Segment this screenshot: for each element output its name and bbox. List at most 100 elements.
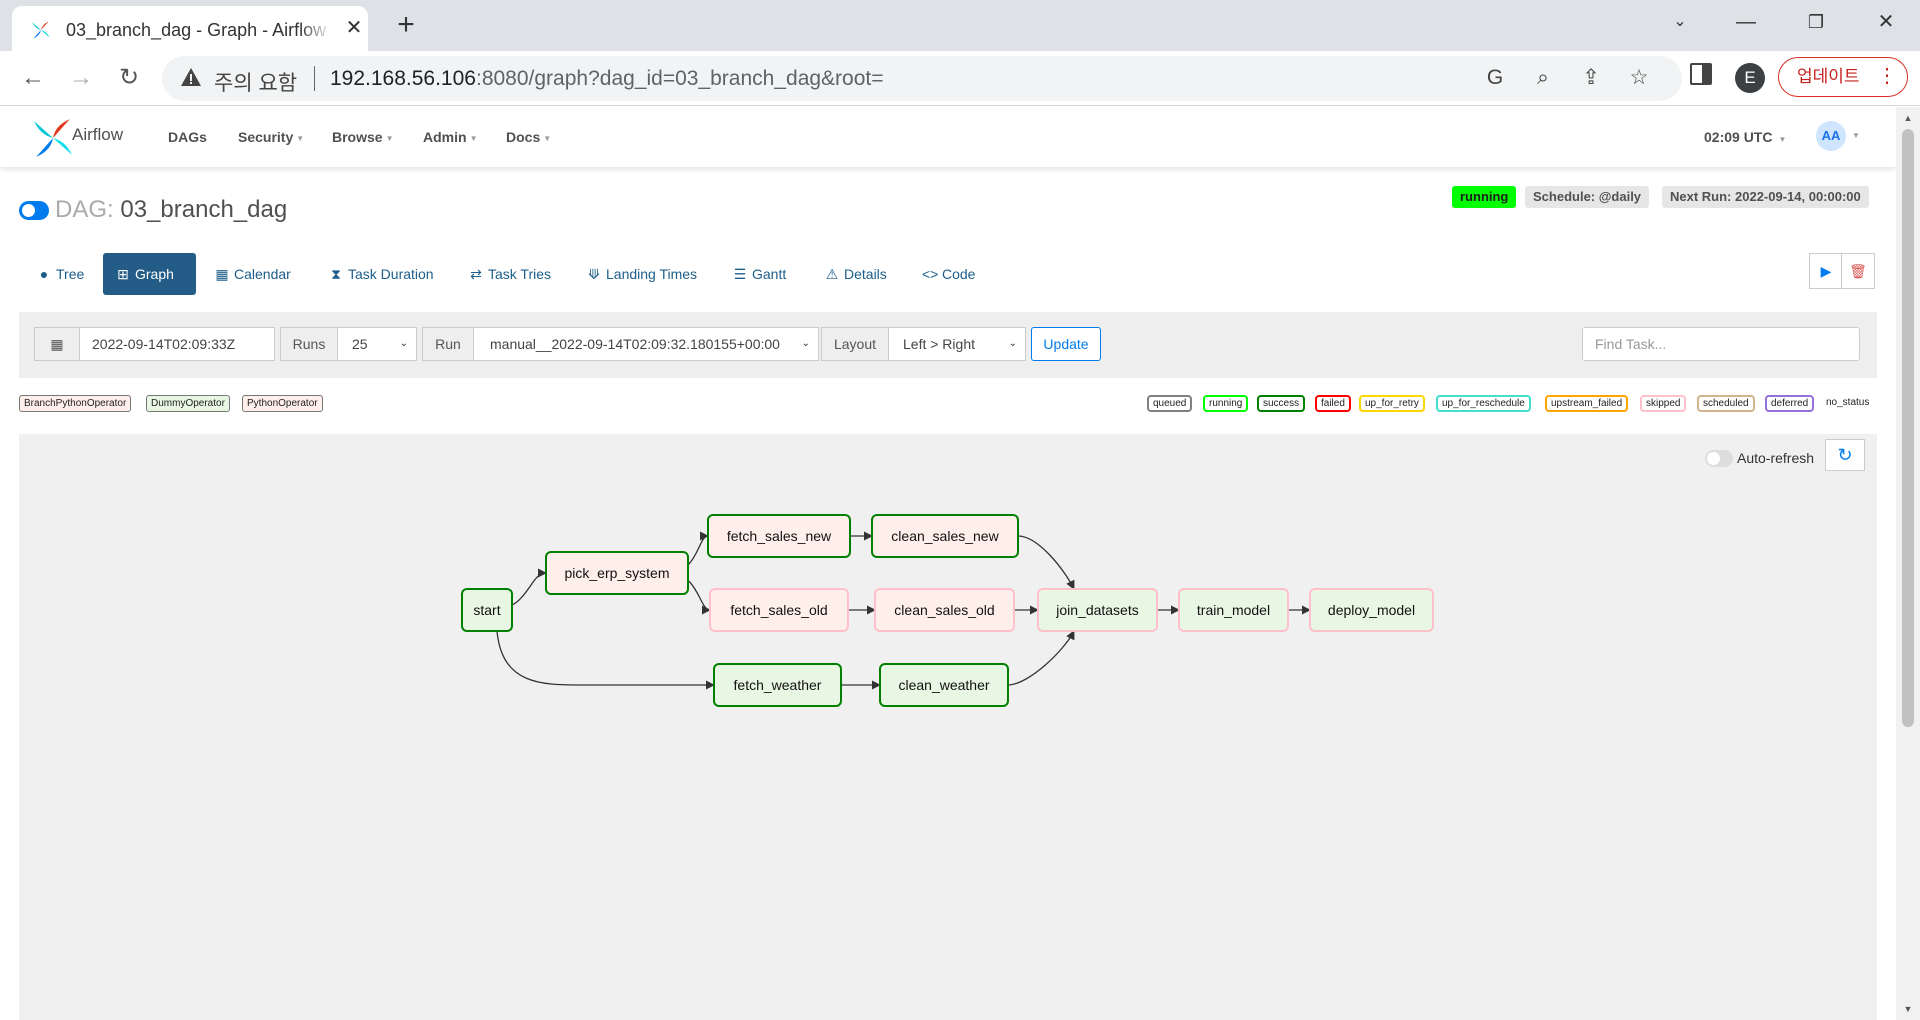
tab-details[interactable]: ⚠ Details bbox=[812, 253, 899, 295]
airflow-page: Airflow DAGs Security ▼ Browse ▼ Admin ▼ Do… bbox=[0, 107, 1896, 1020]
tab-task-duration[interactable]: ⧗ Task Duration bbox=[316, 253, 446, 295]
menu-admin[interactable]: Admin ▼ bbox=[423, 129, 477, 145]
bookmark-star-icon[interactable]: ☆ bbox=[1626, 65, 1652, 91]
task-node-pick-erp-system[interactable]: pick_erp_system bbox=[545, 551, 689, 595]
airflow-logo-icon[interactable] bbox=[32, 117, 74, 159]
scroll-up-icon[interactable]: ▲ bbox=[1896, 109, 1920, 127]
scroll-down-icon[interactable]: ▼ bbox=[1896, 1000, 1920, 1018]
task-node-clean-weather[interactable]: clean_weather bbox=[879, 663, 1009, 707]
tree-icon: ● bbox=[39, 266, 49, 282]
runs-value: 25 bbox=[352, 336, 368, 352]
state-legend-success: success bbox=[1257, 395, 1306, 412]
security-label[interactable]: 주의 요함 bbox=[214, 67, 297, 97]
tab-landing-times[interactable]: ⟱ Landing Times bbox=[574, 253, 709, 295]
url-host: 192.168.56.106 bbox=[330, 67, 476, 90]
task-node-fetch-sales-old[interactable]: fetch_sales_old bbox=[709, 588, 849, 632]
close-tab-icon[interactable]: ✕ bbox=[342, 16, 366, 40]
runs-label: Runs bbox=[280, 327, 338, 361]
reload-icon[interactable]: ↻ bbox=[112, 61, 146, 95]
menu-dags[interactable]: DAGs bbox=[168, 129, 207, 145]
menu-docs[interactable]: Docs ▼ bbox=[506, 129, 551, 145]
task-node-clean-sales-new[interactable]: clean_sales_new bbox=[871, 514, 1019, 558]
zoom-icon[interactable]: ⌕ bbox=[1530, 65, 1556, 91]
back-icon[interactable]: ← bbox=[16, 61, 50, 95]
minimize-icon[interactable]: — bbox=[1726, 6, 1766, 38]
menu-label: Security bbox=[238, 129, 294, 145]
dag-id: 03_branch_dag bbox=[120, 196, 288, 223]
window-close-icon[interactable]: ✕ bbox=[1866, 6, 1906, 38]
tab-gantt[interactable]: ☰ Gantt bbox=[720, 253, 798, 295]
menu-label: Docs bbox=[506, 129, 541, 145]
tab-search-icon[interactable]: ⌄ bbox=[1660, 6, 1700, 38]
dag-edge bbox=[1007, 630, 1075, 686]
tab-tree[interactable]: ● Tree bbox=[24, 253, 96, 295]
share-icon[interactable]: ⇪ bbox=[1578, 65, 1604, 91]
tab-calendar[interactable]: ▦ Calendar bbox=[202, 253, 303, 295]
layout-select[interactable]: Left > Right ⌄ bbox=[888, 327, 1026, 361]
utc-clock[interactable]: 02:09 UTC ▼ bbox=[1704, 129, 1786, 145]
tab-graph[interactable]: ⊞ Graph bbox=[103, 253, 196, 295]
translate-icon[interactable]: G bbox=[1482, 65, 1508, 91]
menu-label: Admin bbox=[423, 129, 467, 145]
task-node-deploy-model[interactable]: deploy_model bbox=[1309, 588, 1434, 632]
task-node-label: start bbox=[473, 602, 500, 618]
tab-label: Tree bbox=[56, 266, 85, 282]
base-date-input[interactable]: 2022-09-14T02:09:33Z bbox=[79, 327, 275, 361]
tab-label: Landing Times bbox=[606, 266, 698, 282]
side-panel-icon[interactable] bbox=[1690, 63, 1712, 85]
menu-security[interactable]: Security ▼ bbox=[238, 129, 304, 145]
state-legend-upstream-failed: upstream_failed bbox=[1545, 395, 1629, 412]
menu-label: Browse bbox=[332, 129, 383, 145]
forward-icon[interactable]: → bbox=[64, 61, 98, 95]
state-legend-up-for-retry: up_for_retry bbox=[1359, 395, 1425, 412]
task-node-fetch-sales-new[interactable]: fetch_sales_new bbox=[707, 514, 851, 558]
tab-code[interactable]: <> Code bbox=[910, 253, 987, 295]
task-node-fetch-weather[interactable]: fetch_weather bbox=[713, 663, 842, 707]
chevron-down-icon: ⌄ bbox=[801, 338, 810, 349]
task-node-join-datasets[interactable]: join_datasets bbox=[1037, 588, 1158, 632]
state-legend-scheduled: scheduled bbox=[1697, 395, 1755, 412]
restore-icon[interactable]: ❐ bbox=[1796, 6, 1836, 38]
warning-icon[interactable] bbox=[180, 66, 202, 88]
browser-tab[interactable]: 03_branch_dag - Graph - Airflow ✕ bbox=[12, 6, 368, 51]
calendar-picker-icon[interactable]: ▦ bbox=[34, 327, 80, 361]
graph-canvas[interactable]: Auto-refresh ↻ start pick_erp_system fetch… bbox=[19, 434, 1877, 1020]
menu-dots-icon[interactable]: ⋮ bbox=[1877, 58, 1897, 95]
dag-pause-toggle[interactable] bbox=[19, 201, 49, 220]
airflow-brand[interactable]: Airflow bbox=[72, 125, 123, 145]
chevron-down-icon: ⌄ bbox=[399, 338, 408, 349]
state-legend-running: running bbox=[1203, 395, 1249, 412]
state-legend-queued: queued bbox=[1147, 395, 1193, 412]
details-icon: ⚠ bbox=[825, 266, 839, 282]
url-text[interactable]: 192.168.56.106:8080/graph?dag_id=03_bran… bbox=[330, 67, 884, 91]
find-task-input[interactable]: Find Task... bbox=[1582, 327, 1860, 361]
scroll-thumb[interactable] bbox=[1902, 129, 1914, 727]
user-avatar[interactable]: AA bbox=[1816, 121, 1846, 151]
caret-down-icon: ▼ bbox=[469, 133, 478, 143]
new-tab-button[interactable]: + bbox=[390, 10, 422, 42]
address-bar[interactable]: 주의 요함 192.168.56.106:8080/graph?dag_id=0… bbox=[162, 56, 1682, 101]
menu-label: DAGs bbox=[168, 129, 207, 145]
task-node-start[interactable]: start bbox=[461, 588, 513, 632]
update-button[interactable]: Update bbox=[1031, 327, 1101, 361]
trigger-dag-button[interactable]: ▶ bbox=[1809, 253, 1843, 289]
delete-dag-button[interactable]: 🗑 bbox=[1841, 253, 1875, 289]
tab-task-tries[interactable]: ⇄ Task Tries bbox=[456, 253, 563, 295]
caret-down-icon[interactable]: ▼ bbox=[1852, 131, 1860, 140]
url-path: :8080/graph?dag_id=03_branch_dag&root= bbox=[475, 67, 884, 90]
operator-legend-branchpythonoperator: BranchPythonOperator bbox=[19, 395, 132, 412]
tab-label: Task Tries bbox=[488, 266, 552, 282]
schedule-badge[interactable]: Schedule: @daily bbox=[1525, 186, 1650, 208]
task-node-clean-sales-old[interactable]: clean_sales_old bbox=[874, 588, 1015, 632]
browser-update-button[interactable]: 업데이트 ⋮ bbox=[1778, 57, 1908, 97]
run-select[interactable]: manual__2022-09-14T02:09:32.180155+00:00… bbox=[473, 327, 819, 361]
gantt-icon: ☰ bbox=[733, 266, 747, 282]
page-scrollbar[interactable]: ▲ ▼ bbox=[1896, 107, 1920, 1020]
profile-avatar[interactable]: E bbox=[1735, 63, 1765, 93]
task-node-train-model[interactable]: train_model bbox=[1178, 588, 1289, 632]
time-label: 02:09 UTC bbox=[1704, 129, 1773, 145]
runs-select[interactable]: 25 ⌄ bbox=[337, 327, 417, 361]
task-node-label: pick_erp_system bbox=[564, 565, 669, 581]
airflow-favicon-icon bbox=[32, 21, 50, 39]
menu-browse[interactable]: Browse ▼ bbox=[332, 129, 394, 145]
